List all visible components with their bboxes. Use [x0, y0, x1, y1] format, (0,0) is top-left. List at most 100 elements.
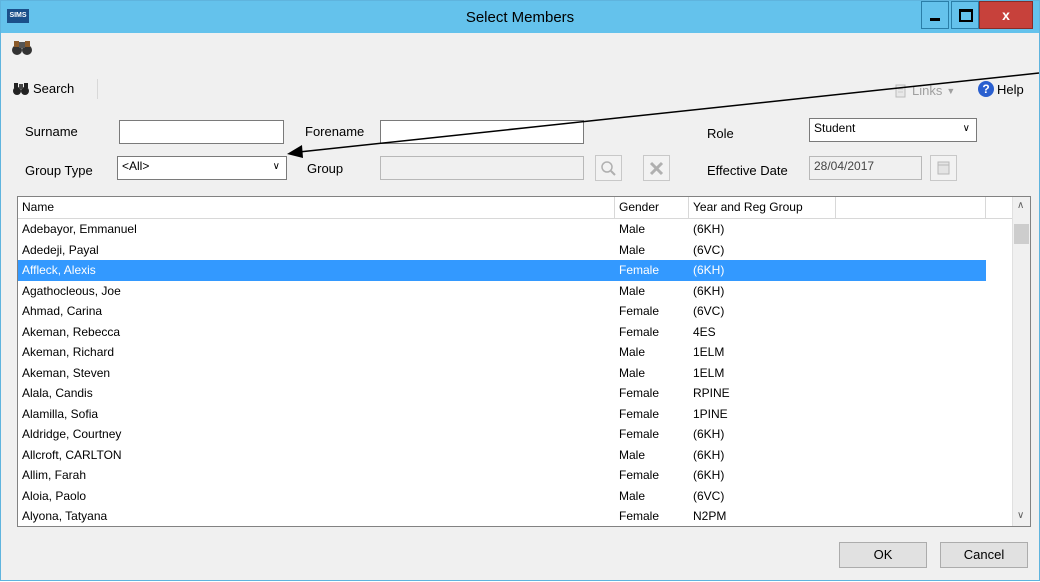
cell-name: Adedeji, Payal	[22, 242, 99, 257]
binoculars-small-icon	[13, 82, 29, 95]
cell-year-reg-group: (6KH)	[693, 283, 725, 298]
cancel-button[interactable]: Cancel	[940, 542, 1028, 568]
cell-year-reg-group: (6VC)	[693, 304, 725, 318]
cell-gender: Male	[619, 345, 646, 359]
role-value: Student	[814, 121, 856, 135]
table-row[interactable]: Akeman, Richard Male 1ELM	[18, 342, 1012, 363]
minimize-icon	[930, 18, 940, 21]
table-row[interactable]: Adedeji, Payal Male (6VC)	[18, 240, 1012, 261]
cell-name: Akeman, Richard	[22, 345, 115, 359]
cell-gender: Female	[619, 324, 660, 339]
cell-name: Alamilla, Sofia	[22, 406, 99, 421]
effective-date-label: Effective Date	[707, 163, 788, 178]
group-label: Group	[307, 161, 344, 176]
table-row[interactable]: Ahmad, Carina Female (6VC)	[18, 301, 1012, 322]
cell-name: Aldridge, Courtney	[22, 427, 122, 441]
cell-gender: Female	[619, 386, 660, 400]
table-row[interactable]: Affleck, Alexis Female (6KH)	[18, 260, 986, 281]
table-row[interactable]: Akeman, Steven Male 1ELM	[18, 363, 1012, 384]
cell-name: Alyona, Tatyana	[22, 509, 108, 523]
group-type-value: <All>	[122, 159, 150, 173]
calendar-button[interactable]	[930, 155, 957, 181]
group-field	[380, 156, 584, 180]
cell-year-reg-group: (6KH)	[693, 468, 725, 482]
role-select[interactable]: Student ∨	[809, 118, 977, 142]
cell-name: Adebayor, Emmanuel	[22, 222, 137, 236]
group-search-button[interactable]	[595, 155, 622, 181]
help-label: Help	[997, 81, 1024, 97]
cell-name: Allim, Farah	[22, 468, 87, 482]
links-icon	[895, 84, 906, 97]
cell-name: Ahmad, Carina	[22, 304, 103, 318]
cell-name: Agathocleous, Joe	[22, 283, 121, 298]
cell-gender: Female	[619, 509, 660, 523]
cell-gender: Male	[619, 242, 646, 257]
cell-name: Akeman, Steven	[22, 365, 111, 380]
column-header-blank	[836, 197, 986, 218]
grid-header: Name Gender Year and Reg Group	[18, 197, 1012, 219]
ok-button[interactable]: OK	[839, 542, 927, 568]
scroll-thumb[interactable]	[1014, 224, 1029, 244]
column-header-year-reg[interactable]: Year and Reg Group	[689, 197, 836, 218]
cell-gender: Female	[619, 304, 660, 318]
group-type-label: Group Type	[25, 163, 93, 178]
column-header-name[interactable]: Name	[18, 197, 615, 218]
table-row[interactable]: Allim, Farah Female (6KH)	[18, 465, 1012, 486]
members-grid[interactable]: Name Gender Year and Reg Group Adebayor,…	[17, 196, 1031, 527]
toolbar-separator	[97, 79, 98, 99]
scroll-down-icon[interactable]: ∨	[1017, 510, 1024, 521]
table-row[interactable]: Allcroft, CARLTON Male (6KH)	[18, 445, 1012, 466]
table-row[interactable]: Aloia, Paolo Male (6VC)	[18, 486, 1012, 507]
cell-name: Alala, Candis	[22, 386, 93, 400]
group-clear-button[interactable]	[643, 155, 670, 181]
cell-year-reg-group: (6VC)	[693, 242, 725, 257]
window-title: Select Members	[465, 9, 575, 26]
minimize-button[interactable]	[921, 1, 949, 29]
cell-year-reg-group: (6VC)	[693, 488, 725, 503]
cell-year-reg-group: (6KH)	[693, 427, 725, 441]
cell-year-reg-group: 1PINE	[693, 406, 728, 421]
scroll-up-icon[interactable]: ∧	[1017, 200, 1024, 211]
maximize-icon	[959, 9, 973, 22]
effective-date-field: 28/04/2017	[809, 156, 922, 180]
cell-year-reg-group: (6KH)	[693, 222, 725, 236]
help-icon: ?	[978, 81, 994, 97]
maximize-button[interactable]	[951, 1, 979, 29]
links-label: Links	[912, 83, 943, 98]
vertical-scrollbar[interactable]: ∧ ∨	[1012, 197, 1030, 526]
forename-label: Forename	[305, 124, 365, 139]
search-toolbar-button[interactable]: Search	[13, 81, 74, 96]
surname-input[interactable]	[119, 120, 284, 144]
cell-gender: Female	[619, 427, 660, 441]
title-bar[interactable]: SIMS Select Members x	[1, 1, 1039, 33]
cell-year-reg-group: N2PM	[693, 509, 727, 523]
cell-gender: Male	[619, 365, 646, 380]
table-row[interactable]: Aldridge, Courtney Female (6KH)	[18, 424, 1012, 445]
group-type-chevron-down-icon: ∨	[272, 161, 280, 172]
close-button[interactable]: x	[979, 1, 1033, 29]
cell-year-reg-group: RPINE	[693, 386, 730, 400]
table-row[interactable]: Agathocleous, Joe Male (6KH)	[18, 281, 1012, 302]
table-row[interactable]: Alala, Candis Female RPINE	[18, 383, 1012, 404]
cell-year-reg-group: (6KH)	[693, 447, 725, 462]
cell-year-reg-group: 1ELM	[693, 365, 725, 380]
surname-label: Surname	[25, 124, 78, 139]
binoculars-icon	[12, 41, 32, 55]
table-row[interactable]: Alyona, Tatyana Female N2PM	[18, 506, 1012, 526]
links-chevron-down-icon: ▼	[946, 85, 956, 96]
table-row[interactable]: Adebayor, Emmanuel Male (6KH)	[18, 219, 1012, 240]
select-members-window: SIMS Select Members x Search Links ▼ ? H…	[0, 0, 1040, 581]
clear-icon	[649, 161, 664, 176]
cell-gender: Male	[619, 283, 646, 298]
cell-gender: Male	[619, 488, 646, 503]
cell-gender: Male	[619, 447, 646, 462]
cell-name: Akeman, Rebecca	[22, 324, 121, 339]
table-row[interactable]: Akeman, Rebecca Female 4ES	[18, 322, 1012, 343]
cell-year-reg-group: 4ES	[693, 324, 716, 339]
column-header-gender[interactable]: Gender	[615, 197, 689, 218]
help-button[interactable]: ? Help	[978, 81, 1024, 97]
forename-input[interactable]	[380, 120, 584, 144]
group-type-select[interactable]: <All> ∨	[117, 156, 287, 180]
table-row[interactable]: Alamilla, Sofia Female 1PINE	[18, 404, 1012, 425]
links-dropdown-button[interactable]: Links ▼	[894, 83, 955, 98]
